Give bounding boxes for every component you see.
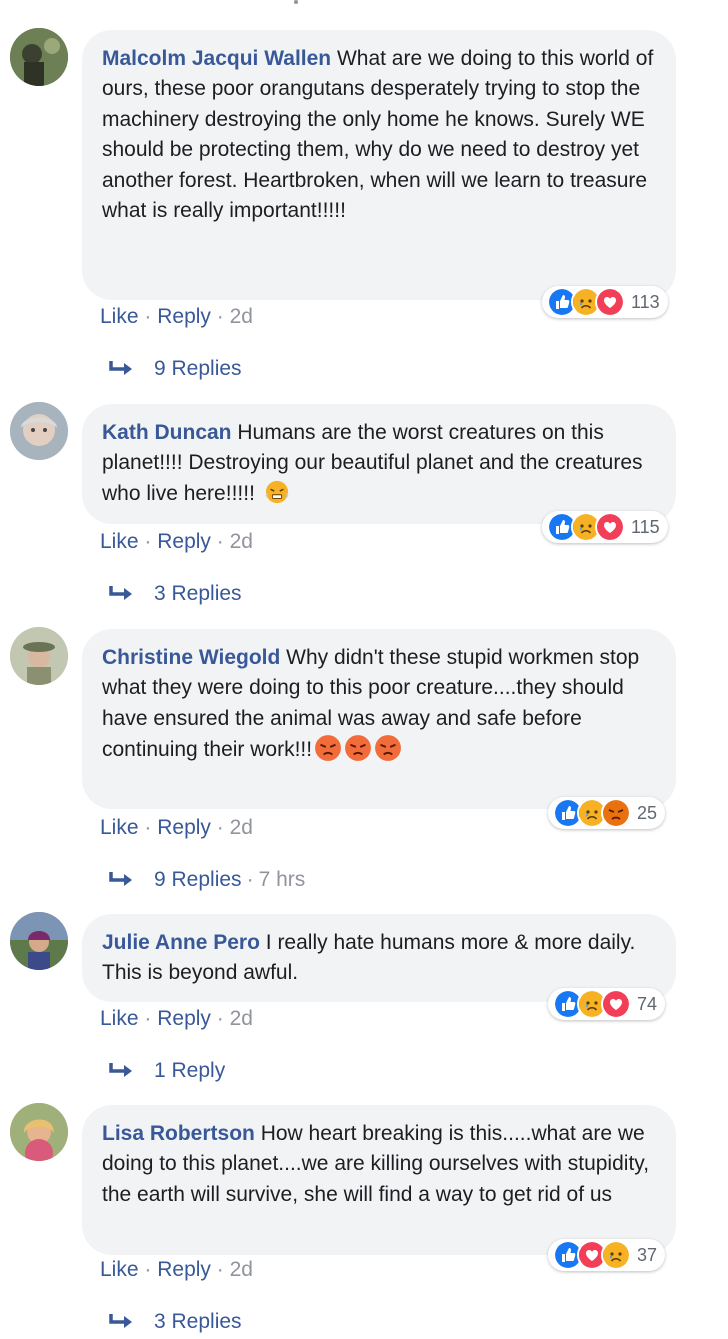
angry-emoji [345, 735, 372, 762]
timestamp[interactable]: 2d [230, 530, 253, 553]
view-replies[interactable]: 9 Replies [108, 357, 242, 381]
reaction-summary[interactable]: 37 [548, 1239, 666, 1271]
comment-bubble: Malcolm Jacqui Wallen What are we doing … [82, 30, 676, 300]
reaction-count: 25 [637, 802, 658, 823]
reaction-summary[interactable]: 74 [548, 988, 666, 1020]
reply-arrow-icon [109, 586, 132, 600]
separator: · [246, 868, 254, 891]
reply-link[interactable]: Reply [157, 305, 211, 328]
separator-dot [294, 0, 298, 4]
like-link[interactable]: Like [100, 530, 139, 553]
reaction-summary[interactable]: 25 [548, 797, 666, 829]
view-replies[interactable]: 9 Replies · 7 hrs [108, 868, 305, 892]
reply-link[interactable]: Reply [157, 816, 211, 839]
avatar[interactable] [10, 28, 68, 86]
comment-actions: Like · Reply · 2d [100, 1007, 253, 1031]
comment-actions: Like · Reply · 2d [100, 530, 253, 554]
separator: · [216, 1258, 224, 1281]
reaction-count: 37 [637, 1244, 658, 1265]
separator: · [144, 305, 152, 328]
replies-timestamp: 7 hrs [258, 868, 306, 891]
avatar[interactable] [10, 402, 68, 460]
comment-actions: Like · Reply · 2d [100, 1258, 253, 1282]
avatar[interactable] [10, 912, 68, 970]
reply-arrow-icon [109, 872, 132, 886]
comment-author[interactable]: Christine Wiegold [102, 646, 280, 669]
comment-author[interactable]: Kath Duncan [102, 421, 232, 444]
timestamp[interactable]: 2d [230, 1258, 253, 1281]
like-link[interactable]: Like [100, 305, 139, 328]
angry-emoji [375, 735, 402, 762]
like-link[interactable]: Like [100, 1007, 139, 1030]
angry-icon [601, 798, 631, 828]
steam-angry-emoji [265, 480, 289, 503]
like-link[interactable]: Like [100, 816, 139, 839]
reaction-summary[interactable]: 113 [542, 286, 668, 318]
reaction-count: 115 [631, 516, 660, 537]
replies-label[interactable]: 9 Replies [154, 868, 242, 892]
comment-actions: Like · Reply · 2d [100, 816, 253, 840]
avatar[interactable] [10, 1103, 68, 1161]
comment-author[interactable]: Julie Anne Pero [102, 931, 260, 954]
separator: · [144, 1007, 152, 1030]
comment-bubble: Lisa Robertson How heart breaking is thi… [82, 1105, 676, 1255]
reply-link[interactable]: Reply [157, 1258, 211, 1281]
love-icon [595, 287, 625, 317]
reaction-summary[interactable]: 115 [542, 511, 668, 543]
comment-text: What are we doing to this world of ours,… [102, 47, 654, 223]
like-link[interactable]: Like [100, 1258, 139, 1281]
timestamp[interactable]: 2d [230, 1007, 253, 1030]
separator: · [144, 530, 152, 553]
replies-label[interactable]: 3 Replies [154, 1310, 242, 1334]
reply-link[interactable]: Reply [157, 1007, 211, 1030]
reaction-count: 113 [631, 291, 660, 312]
view-replies[interactable]: 3 Replies [108, 1310, 242, 1334]
comment-actions: Like · Reply · 2d [100, 305, 253, 329]
separator: · [144, 1258, 152, 1281]
comment-bubble: Kath Duncan Humans are the worst creatur… [82, 404, 676, 524]
comment-author[interactable]: Malcolm Jacqui Wallen [102, 47, 331, 70]
reply-link[interactable]: Reply [157, 530, 211, 553]
reply-arrow-icon [109, 1314, 132, 1328]
sad-icon [601, 1240, 631, 1270]
reply-arrow-icon [109, 361, 132, 375]
replies-label[interactable]: 1 Reply [154, 1059, 225, 1083]
separator: · [216, 530, 224, 553]
avatar[interactable] [10, 627, 68, 685]
timestamp[interactable]: 2d [230, 305, 253, 328]
love-icon [601, 989, 631, 1019]
separator: · [216, 816, 224, 839]
replies-label[interactable]: 9 Replies [154, 357, 242, 381]
comment-bubble: Christine Wiegold Why didn't these stupi… [82, 629, 676, 809]
view-replies[interactable]: 1 Reply [108, 1059, 225, 1083]
comment-author[interactable]: Lisa Robertson [102, 1122, 255, 1145]
love-icon [595, 512, 625, 542]
reply-arrow-icon [109, 1063, 132, 1077]
replies-label[interactable]: 3 Replies [154, 582, 242, 606]
angry-emoji-group [312, 735, 402, 762]
view-replies[interactable]: 3 Replies [108, 582, 242, 606]
reaction-count: 74 [637, 993, 658, 1014]
angry-emoji [315, 735, 342, 762]
separator: · [216, 1007, 224, 1030]
separator: · [216, 305, 224, 328]
timestamp[interactable]: 2d [230, 816, 253, 839]
separator: · [144, 816, 152, 839]
